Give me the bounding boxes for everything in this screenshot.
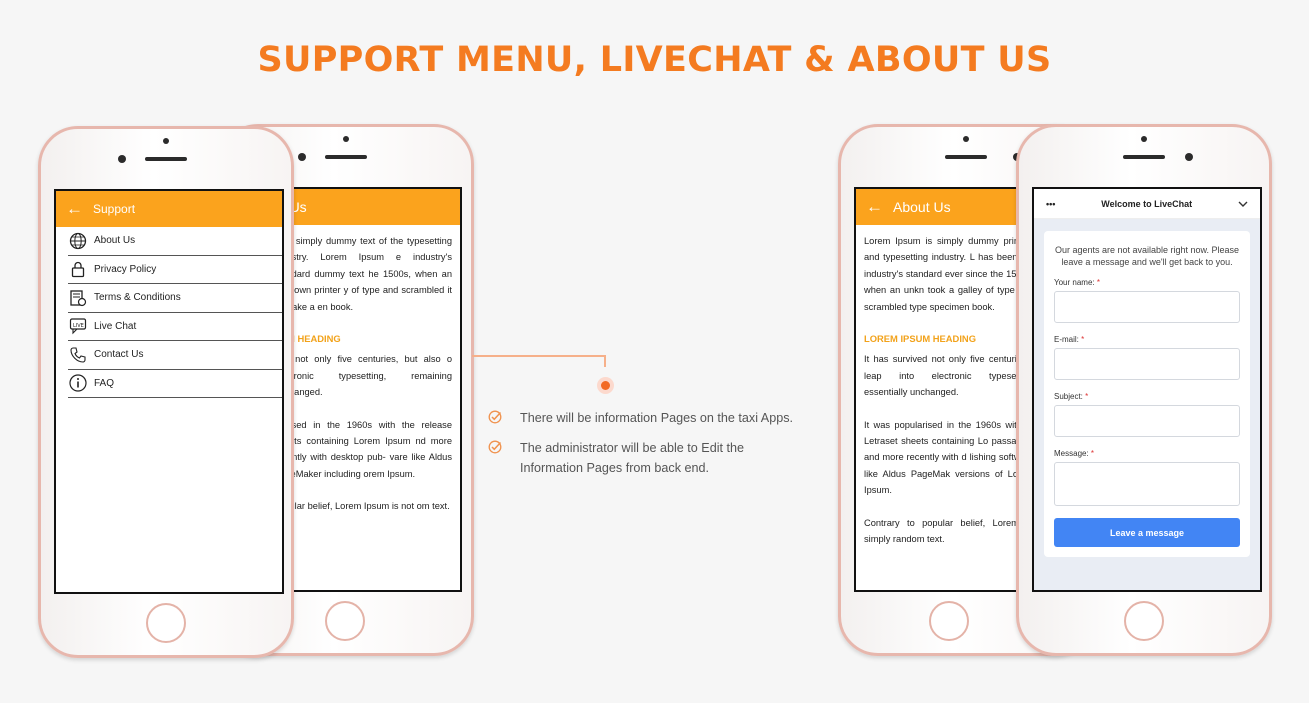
about-paragraph: It has survived not only five centuri th… — [864, 354, 1034, 398]
info-icon — [68, 373, 88, 393]
chevron-down-icon[interactable] — [1238, 199, 1248, 209]
back-arrow-icon[interactable]: ← — [66, 199, 83, 219]
page-headline: SUPPORT MENU, LIVECHAT & ABOUT US — [257, 40, 1052, 80]
livechat-form: Our agents are not available right now. … — [1044, 231, 1250, 557]
menu-label: Contact Us — [94, 349, 144, 361]
support-screen: ← Support About Us Privacy Policy Terms … — [54, 189, 284, 594]
livechat-header: ••• Welcome to LiveChat — [1034, 189, 1260, 219]
name-label: Your name: * — [1054, 278, 1100, 287]
menu-item-about-us[interactable]: About Us — [68, 227, 282, 256]
about-appbar: ut Us — [274, 189, 460, 225]
support-title: Support — [93, 202, 136, 216]
about-paragraph: ularised in the 1960s with the release s… — [274, 419, 452, 479]
svg-text:LIVE: LIVE — [73, 323, 84, 329]
about-paragraph: Contrary to popular belief, Lorem Ip sim… — [864, 517, 1034, 545]
email-field[interactable] — [1054, 348, 1240, 380]
menu-label: FAQ — [94, 377, 115, 389]
home-button[interactable] — [1124, 601, 1164, 641]
lock-icon — [68, 259, 88, 279]
phone-support: ← Support About Us Privacy Policy Terms … — [38, 126, 294, 658]
menu-item-contact-us[interactable]: Contact Us — [68, 341, 282, 370]
menu-item-faq[interactable]: FAQ — [68, 370, 282, 398]
document-icon — [68, 288, 88, 308]
phone-livechat: ••• Welcome to LiveChat Our agents are n… — [1016, 124, 1272, 656]
about-paragraph: ved not only five centuries, but also o … — [274, 354, 452, 398]
livechat-body: Our agents are not available right now. … — [1034, 219, 1260, 590]
globe-icon — [68, 231, 88, 251]
about-heading: SUM HEADING — [274, 333, 341, 345]
more-icon[interactable]: ••• — [1046, 199, 1055, 209]
leave-message-button[interactable]: Leave a message — [1054, 518, 1240, 547]
livechat-screen: ••• Welcome to LiveChat Our agents are n… — [1032, 187, 1262, 592]
phone-icon — [68, 345, 88, 365]
feature-text: The administrator will be able to Edit t… — [520, 441, 745, 475]
connector-dot — [597, 377, 614, 394]
about-appbar: ← About Us — [856, 189, 1042, 225]
menu-item-privacy-policy[interactable]: Privacy Policy — [68, 256, 282, 284]
feature-item: The administrator will be able to Edit t… — [488, 438, 818, 478]
menu-label: Live Chat — [94, 320, 137, 332]
feature-text: There will be information Pages on the t… — [520, 411, 794, 425]
check-icon — [488, 438, 520, 478]
feature-item: There will be information Pages on the t… — [488, 408, 818, 430]
menu-label: Privacy Policy — [94, 263, 157, 275]
email-label: E-mail: * — [1054, 335, 1085, 344]
home-button[interactable] — [146, 603, 186, 643]
menu-label: About Us — [94, 235, 136, 247]
about-screen-partial: ut Us m is simply dummy text of the type… — [272, 187, 462, 592]
about-paragraph: popular belief, Lorem Ipsum is not om te… — [274, 501, 450, 512]
live-chat-icon: LIVE — [68, 316, 88, 336]
subject-label: Subject: * — [1054, 392, 1089, 401]
name-field[interactable] — [1054, 291, 1240, 323]
menu-item-terms[interactable]: Terms & Conditions — [68, 284, 282, 313]
about-heading: LOREM IPSUM HEADING — [864, 333, 976, 345]
message-field[interactable] — [1054, 462, 1240, 506]
about-paragraph: Lorem Ipsum is simply dummy printing and… — [864, 236, 1034, 312]
about-paragraph: m is simply dummy text of the typesettin… — [274, 236, 452, 312]
support-appbar: ← Support — [56, 191, 282, 227]
connector-line — [472, 355, 606, 367]
offline-note: Our agents are not available right now. … — [1054, 245, 1240, 267]
home-button[interactable] — [325, 601, 365, 641]
about-paragraph: It was popularised in the 1960s with of … — [864, 419, 1034, 496]
menu-label: Terms & Conditions — [94, 292, 181, 304]
back-arrow-icon[interactable]: ← — [866, 197, 883, 217]
livechat-title: Welcome to LiveChat — [1101, 198, 1193, 209]
message-label: Message: * — [1054, 449, 1095, 458]
feature-list: There will be information Pages on the t… — [488, 408, 818, 486]
menu-item-live-chat[interactable]: LIVE Live Chat — [68, 313, 282, 341]
home-button[interactable] — [929, 601, 969, 641]
check-icon — [488, 408, 520, 430]
about-title: About Us — [893, 199, 951, 215]
subject-field[interactable] — [1054, 405, 1240, 437]
